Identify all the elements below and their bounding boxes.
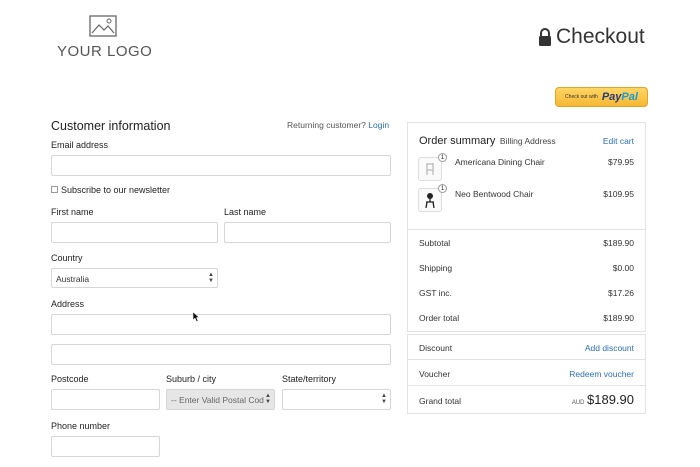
order-summary-heading: Order summary Billing Address xyxy=(419,135,556,147)
discount-label: Discount xyxy=(419,343,453,353)
logo-text: YOUR LOGO xyxy=(57,43,153,60)
item-name: Neo Bentwood Chair xyxy=(455,189,534,199)
country-select[interactable]: Australia ▲ ▼ xyxy=(51,268,218,288)
state-label: State/territory xyxy=(282,374,337,384)
item-price: $79.95 xyxy=(608,157,634,167)
state-select[interactable]: ▲ ▼ xyxy=(282,389,391,410)
returning-customer: Returning customer? Login xyxy=(287,120,389,130)
divider xyxy=(408,229,645,230)
order-total-value: $189.90 xyxy=(603,313,634,323)
suburb-select[interactable]: -- Enter Valid Postal Cod ▲ ▼ xyxy=(166,389,275,410)
select-arrows-icon: ▲ ▼ xyxy=(381,393,387,405)
gst-label: GST inc. xyxy=(419,288,452,298)
image-placeholder-icon xyxy=(89,15,117,37)
item-qty-badge: 1 xyxy=(438,184,447,193)
paypal-logo: PayPal xyxy=(602,91,638,103)
address-label: Address xyxy=(51,299,85,309)
suburb-label: Suburb / city xyxy=(166,374,217,384)
newsletter-checkbox[interactable] xyxy=(51,186,58,193)
currency-code: AUD xyxy=(571,400,585,406)
login-link[interactable]: Login xyxy=(368,120,389,130)
country-select-value: Australia xyxy=(56,274,90,284)
order-summary-title: Order summary xyxy=(419,135,496,147)
redeem-voucher-link[interactable]: Redeem voucher xyxy=(569,369,634,379)
add-discount-link[interactable]: Add discount xyxy=(585,343,634,353)
country-label: Country xyxy=(51,253,83,263)
paypal-logo-pay: Pay xyxy=(601,91,622,103)
divider xyxy=(408,385,645,386)
grand-total: AUD $189.90 xyxy=(572,392,634,407)
email-field[interactable] xyxy=(51,155,391,176)
select-arrows-icon: ▲ ▼ xyxy=(208,272,214,284)
suburb-select-value: -- Enter Valid Postal Cod xyxy=(171,395,264,405)
address-line1-field[interactable] xyxy=(51,314,391,335)
shipping-value: $0.00 xyxy=(612,263,634,273)
address-line2-field[interactable] xyxy=(51,344,391,365)
last-name-field[interactable] xyxy=(224,222,391,243)
returning-text: Returning customer? xyxy=(287,120,366,130)
order-total-label: Order total xyxy=(419,313,460,323)
item-name: Americana Dining Chair xyxy=(455,157,545,167)
customer-info-heading: Customer information xyxy=(51,119,171,133)
last-name-label: Last name xyxy=(224,207,267,217)
shipping-label: Shipping xyxy=(419,263,453,273)
postcode-label: Postcode xyxy=(51,374,89,384)
order-totals-panel: Discount Add discount Voucher Redeem vou… xyxy=(407,334,646,414)
page-title-text: Checkout xyxy=(556,25,645,48)
voucher-label: Voucher xyxy=(419,369,451,379)
first-name-label: First name xyxy=(51,207,94,217)
page-title: Checkout xyxy=(538,25,645,49)
item-price: $109.95 xyxy=(603,189,634,199)
phone-field[interactable] xyxy=(51,436,160,457)
paypal-checkout-button[interactable]: Check out with PayPal xyxy=(555,87,648,107)
paypal-logo-pal: Pal xyxy=(621,91,638,103)
subtotal-value: $189.90 xyxy=(603,238,634,248)
order-summary-subtitle: Billing Address xyxy=(499,136,556,146)
first-name-field[interactable] xyxy=(51,222,218,243)
divider xyxy=(408,359,645,360)
subtotal-label: Subtotal xyxy=(419,238,451,248)
grand-total-label: Grand total xyxy=(419,396,462,406)
gst-value: $17.26 xyxy=(608,288,634,298)
phone-label: Phone number xyxy=(51,421,111,431)
chair-icon xyxy=(426,163,434,175)
select-arrows-icon: ▲ ▼ xyxy=(265,393,271,405)
email-label: Email address xyxy=(51,140,109,150)
postcode-field[interactable] xyxy=(51,389,160,410)
edit-cart-link[interactable]: Edit cart xyxy=(603,136,634,146)
chair-icon xyxy=(425,193,435,209)
lock-icon xyxy=(539,28,551,46)
order-summary-panel: Order summary Billing Address Edit cart … xyxy=(407,122,646,332)
mouse-cursor-icon xyxy=(193,312,200,322)
newsletter-label: Subscribe to our newsletter xyxy=(61,185,171,195)
item-qty-badge: 1 xyxy=(438,153,447,162)
grand-total-value: $189.90 xyxy=(587,392,634,407)
paypal-prefix: Check out with xyxy=(565,94,598,100)
